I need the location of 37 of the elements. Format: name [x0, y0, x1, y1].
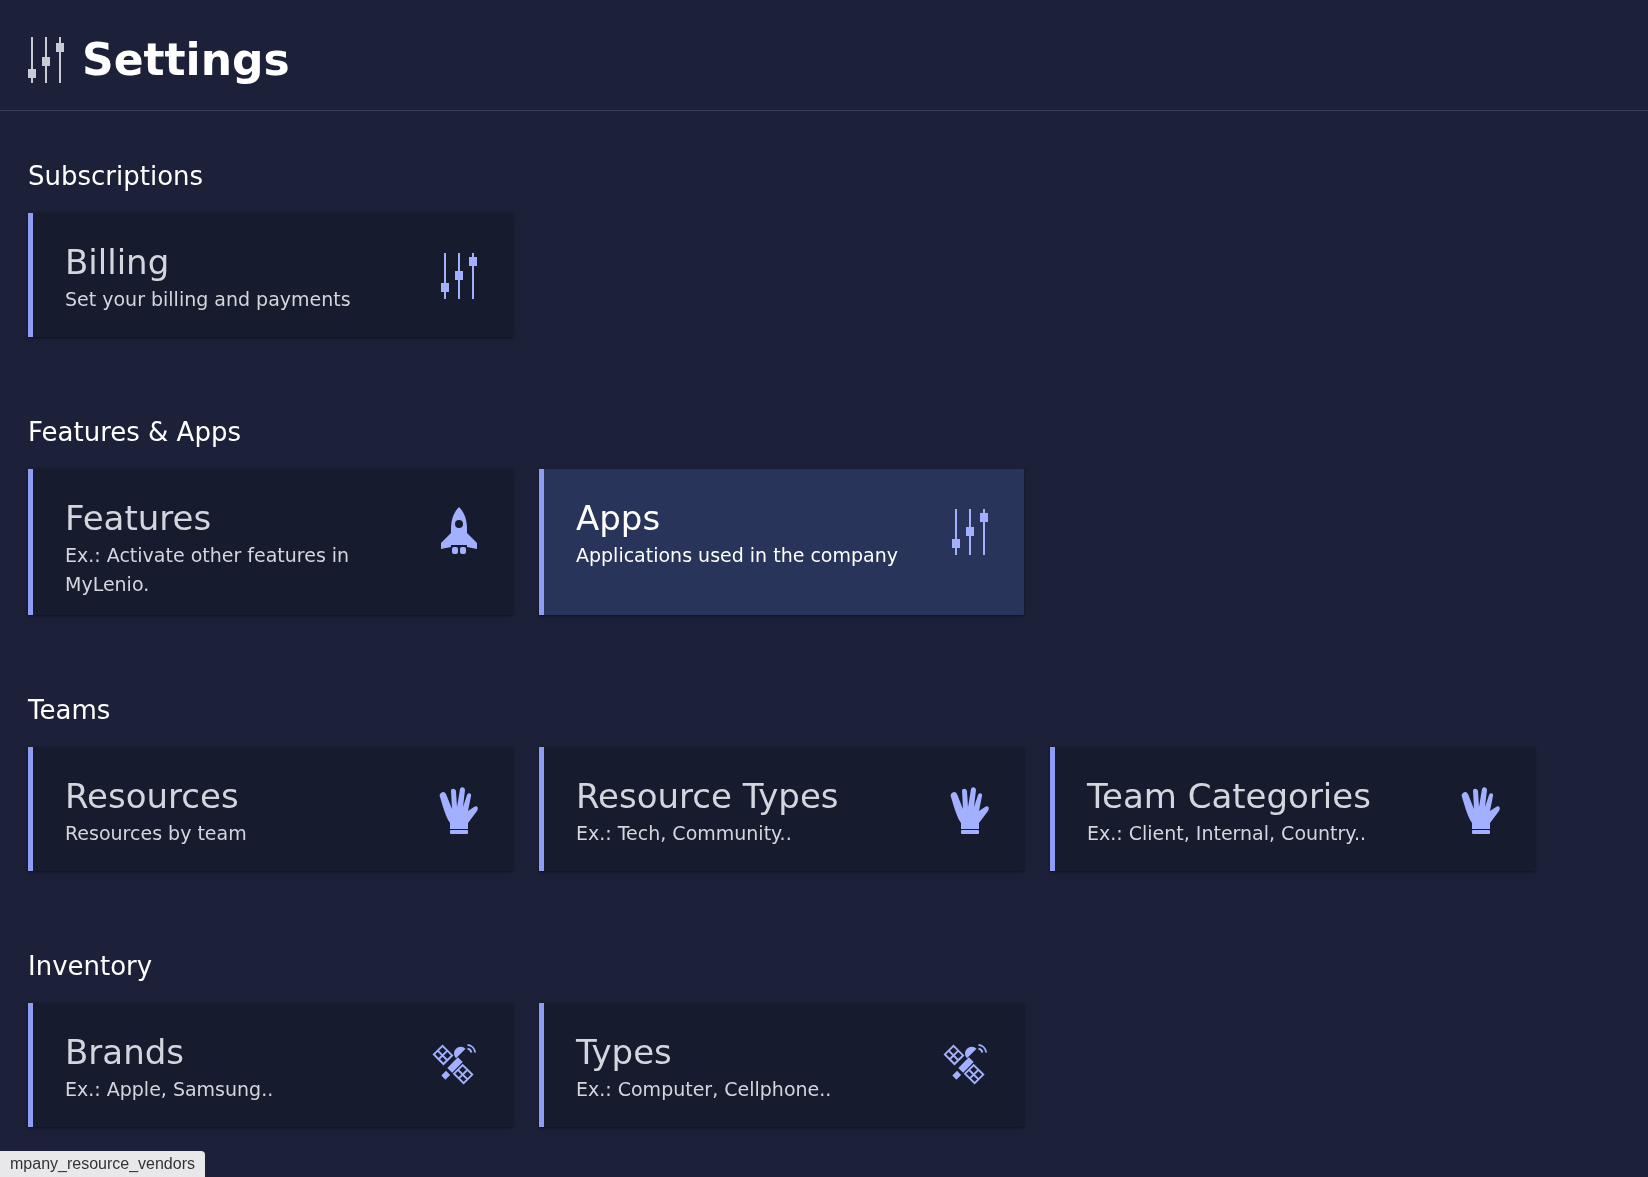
card-title: Apps [576, 497, 662, 539]
rocket-icon [439, 507, 479, 557]
settings-card[interactable]: Types Ex.: Computer, Cellphone.. [539, 1003, 1024, 1127]
card-subtitle: Ex.: Tech, Community.. [576, 821, 793, 846]
settings-card[interactable]: Team Categories Ex.: Client, Internal, Country.. [1050, 747, 1535, 871]
card-subtitle: Ex.: Computer, Cellphone.. [576, 1077, 832, 1102]
sliders-icon [28, 35, 66, 85]
settings-card[interactable]: Brands Ex.: Apple, Samsung.. [28, 1003, 513, 1127]
card-title: Resources [65, 775, 240, 817]
card-title: Features [65, 497, 213, 539]
card-title: Brands [65, 1031, 185, 1073]
section-heading: Features & Apps [28, 416, 242, 449]
hand-icon [1459, 785, 1501, 835]
card-title: Team Categories [1087, 775, 1371, 817]
sliders-icon [952, 507, 990, 557]
settings-card[interactable]: Resources Resources by team [28, 747, 513, 871]
card-title: Types [576, 1031, 673, 1073]
card-subtitle: Resources by team [65, 821, 247, 846]
card-subtitle: Ex.: Apple, Samsung.. [65, 1077, 274, 1102]
hand-icon [437, 785, 479, 835]
settings-card[interactable]: Resource Types Ex.: Tech, Community.. [539, 747, 1024, 871]
section-heading: Teams [28, 694, 112, 727]
settings-card[interactable]: Features Ex.: Activate other features in MyLenio. [28, 469, 513, 615]
settings-card[interactable]: Apps Applications used in the company [539, 469, 1024, 615]
card-title: Billing [65, 241, 171, 283]
card-subtitle: Ex.: Client, Internal, Country.. [1087, 821, 1367, 846]
section-heading: Inventory [28, 950, 154, 983]
section-heading: Subscriptions [28, 160, 205, 193]
card-subtitle: Set your billing and payments [65, 287, 351, 312]
card-subtitle: Ex.: Activate other features in MyLenio. [65, 543, 351, 597]
card-subtitle: Applications used in the company [576, 543, 898, 568]
sliders-icon [441, 251, 479, 301]
hand-icon [948, 785, 990, 835]
page-title: Settings [82, 33, 290, 87]
status-url: mpany_resource_vendors [0, 1151, 205, 1177]
card-title: Resource Types [576, 775, 839, 817]
settings-card[interactable]: Billing Set your billing and payments [28, 213, 513, 337]
